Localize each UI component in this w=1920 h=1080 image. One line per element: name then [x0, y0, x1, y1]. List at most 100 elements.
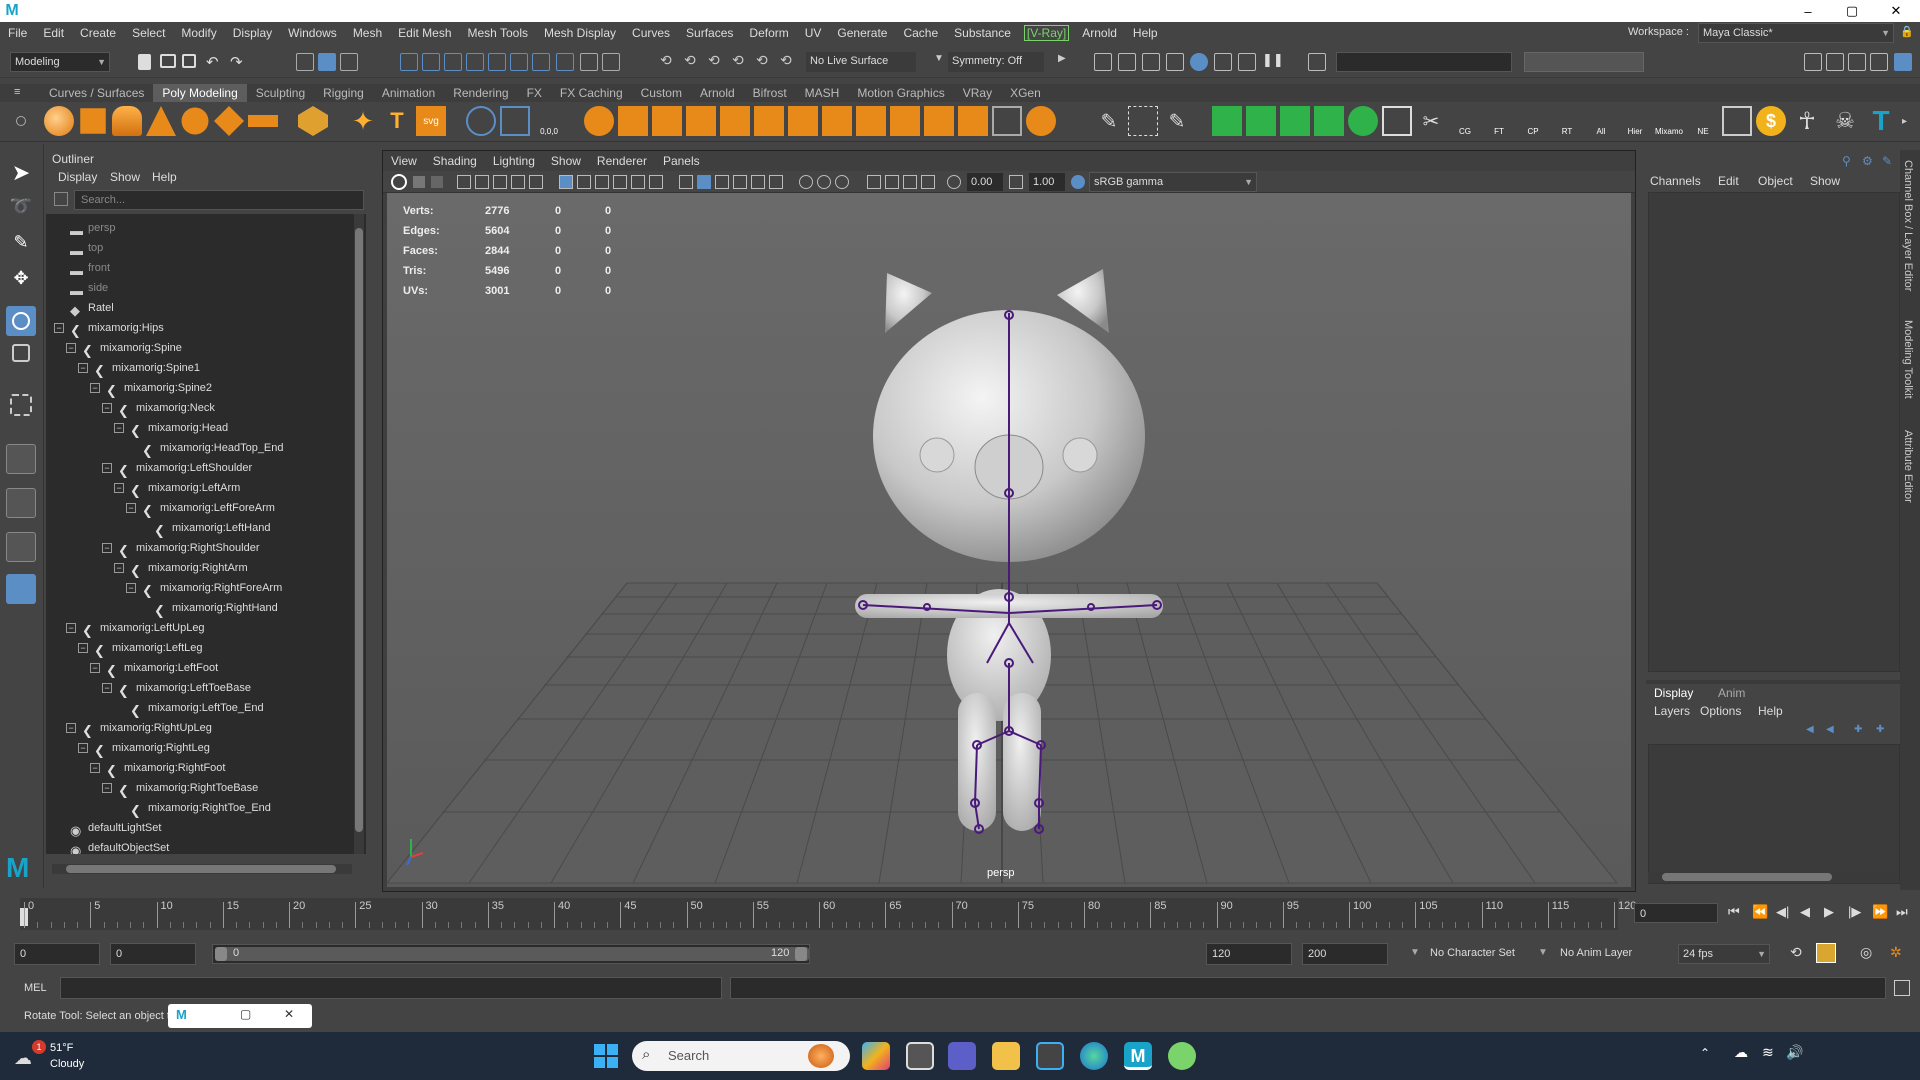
menu-mesh-display[interactable]: Mesh Display — [536, 26, 624, 40]
multi-cut-icon[interactable]: ✎ — [1094, 106, 1124, 136]
auto-uv-icon[interactable] — [1314, 106, 1344, 136]
outliner-item[interactable]: ▬ front — [46, 258, 346, 278]
layer-list[interactable] — [1648, 744, 1900, 884]
perspective-viewport[interactable]: Verts: 2776 0 0 Edges: 5604 0 0 Faces: 2844 0 0 Tris… — [387, 193, 1631, 887]
expand-collapse-icon[interactable]: − — [114, 423, 124, 433]
undo-icon[interactable]: ↶ — [206, 53, 219, 71]
auto-key-icon[interactable] — [1816, 943, 1836, 963]
expand-collapse-icon[interactable]: − — [126, 583, 136, 593]
chevron-down-icon[interactable]: ▼ — [1410, 947, 1420, 958]
expand-collapse-icon[interactable]: − — [90, 663, 100, 673]
menu-edit-mesh[interactable]: Edit Mesh — [390, 26, 459, 40]
select-hierarchy-icon[interactable] — [296, 53, 314, 71]
last-tool-icon[interactable] — [10, 394, 32, 416]
channel-box-icon[interactable] — [1894, 53, 1912, 71]
outliner-item[interactable]: ❮ mixamorig:RightToe_End — [46, 798, 346, 818]
bridge-icon[interactable] — [924, 106, 954, 136]
menu-uv[interactable]: UV — [797, 26, 830, 40]
outliner-horizontal-scrollbar[interactable] — [52, 864, 352, 874]
tab-animation[interactable]: Animation — [373, 84, 444, 102]
grid-tool-icon[interactable] — [1722, 106, 1752, 136]
loop-icon[interactable]: ⟲ — [1790, 944, 1802, 961]
chevron-down-icon[interactable]: ▼ — [1538, 947, 1548, 958]
edge-icon[interactable] — [1080, 1042, 1108, 1070]
channelbox-menu-edit[interactable]: Edit — [1718, 174, 1739, 188]
anim-layer-select[interactable]: No Anim Layer — [1560, 947, 1632, 959]
separate-icon[interactable] — [618, 106, 648, 136]
expand-collapse-icon[interactable]: − — [54, 323, 64, 333]
range-bar[interactable]: 0 120 — [212, 944, 810, 964]
backface-culling-icon[interactable] — [921, 175, 935, 189]
outliner-item[interactable]: ❮ mixamorig:LeftToe_End — [46, 698, 346, 718]
layer-tab-display[interactable]: Display — [1654, 686, 1693, 700]
snap-surface-icon[interactable] — [488, 53, 506, 71]
menu-cache[interactable]: Cache — [895, 26, 946, 40]
textured-icon[interactable] — [733, 175, 747, 189]
menu-edit[interactable]: Edit — [35, 26, 72, 40]
expand-collapse-icon[interactable]: − — [126, 503, 136, 513]
poly-sphere-icon[interactable] — [44, 106, 74, 136]
playback-start-field[interactable]: 0 — [110, 943, 196, 965]
light-editor-icon[interactable] — [1238, 53, 1256, 71]
poly-torus-icon[interactable] — [181, 107, 209, 135]
outliner-search-input[interactable]: Search... — [74, 190, 364, 210]
hier-icon[interactable]: Hier — [1620, 106, 1650, 136]
select-camera-icon[interactable] — [391, 174, 407, 190]
outliner-item[interactable]: ❮ mixamorig:RightHand — [46, 598, 346, 618]
outliner-item[interactable]: ❮ mixamorig:HeadTop_End — [46, 438, 346, 458]
menu-help[interactable]: Help — [1125, 26, 1166, 40]
menu-arnold[interactable]: Arnold — [1074, 26, 1125, 40]
tool-settings-icon[interactable] — [1870, 53, 1888, 71]
script-language-toggle[interactable]: MEL — [24, 982, 47, 994]
side-tab-channel-box[interactable]: Channel Box / Layer Editor — [1902, 160, 1914, 291]
camera-attributes-icon[interactable] — [431, 176, 443, 188]
live-surface-field[interactable]: No Live Surface — [806, 52, 916, 72]
menu-mesh[interactable]: Mesh — [345, 26, 390, 40]
select-component-icon[interactable] — [340, 53, 358, 71]
open-scene-icon[interactable] — [160, 54, 176, 68]
expand-collapse-icon[interactable]: − — [66, 343, 76, 353]
tab-mash[interactable]: MASH — [796, 84, 849, 102]
outliner-item[interactable]: ▬ top — [46, 238, 346, 258]
go-to-end-icon[interactable]: ⏭ — [1896, 904, 1908, 920]
snap-view-icon[interactable] — [510, 53, 528, 71]
snap-point-icon[interactable] — [444, 53, 462, 71]
render-setup-icon[interactable] — [1214, 53, 1232, 71]
outliner-item[interactable]: − ❮ mixamorig:RightToeBase — [46, 778, 346, 798]
menu-generate[interactable]: Generate — [829, 26, 895, 40]
snap-lock-icon[interactable] — [580, 53, 598, 71]
append-icon[interactable] — [1026, 106, 1056, 136]
tab-fx-caching[interactable]: FX Caching — [551, 84, 632, 102]
expand-collapse-icon[interactable]: − — [102, 683, 112, 693]
save-scene-icon[interactable] — [182, 54, 196, 68]
tab-rendering[interactable]: Rendering — [444, 84, 517, 102]
edit-icon[interactable]: ✎ — [1882, 154, 1896, 168]
fill-hole-icon[interactable] — [788, 106, 818, 136]
taskbar-thumbnail-preview[interactable]: M ▢ ✕ — [168, 1004, 312, 1028]
ipr-render-icon[interactable] — [1142, 53, 1160, 71]
script-editor-icon[interactable] — [1894, 980, 1910, 996]
expand-collapse-icon[interactable]: − — [90, 383, 100, 393]
step-back-key-icon[interactable]: ⏪ — [1752, 904, 1768, 920]
safe-action-icon[interactable] — [649, 175, 663, 189]
film-gate-icon[interactable] — [577, 175, 591, 189]
outliner-menu-show[interactable]: Show — [110, 170, 140, 184]
menu-file[interactable]: File — [0, 26, 35, 40]
attribute-editor-icon[interactable] — [1848, 53, 1866, 71]
select-tool-icon[interactable]: ➤ — [6, 160, 36, 190]
render-view-icon[interactable] — [1094, 53, 1112, 71]
tab-vray[interactable]: VRay — [954, 84, 1001, 102]
snap-grid-icon[interactable] — [400, 53, 418, 71]
chevron-down-icon[interactable]: ▼ — [934, 53, 944, 64]
expand-collapse-icon[interactable]: − — [102, 463, 112, 473]
hypershade-icon[interactable] — [1190, 53, 1208, 71]
bevel-icon[interactable] — [958, 106, 988, 136]
tab-curves-surfaces[interactable]: Curves / Surfaces — [40, 84, 153, 102]
side-tab-modeling-toolkit[interactable]: Modeling Toolkit — [1902, 320, 1914, 399]
shelf-scroll-icon[interactable]: ▸ — [1902, 116, 1907, 127]
maximize-button[interactable]: ▢ — [1830, 0, 1874, 22]
platonic-solid-icon[interactable] — [298, 106, 328, 136]
reduce-icon[interactable] — [822, 106, 852, 136]
outliner-item[interactable]: − ❮ mixamorig:Hips — [46, 318, 346, 338]
expand-collapse-icon[interactable]: − — [102, 403, 112, 413]
